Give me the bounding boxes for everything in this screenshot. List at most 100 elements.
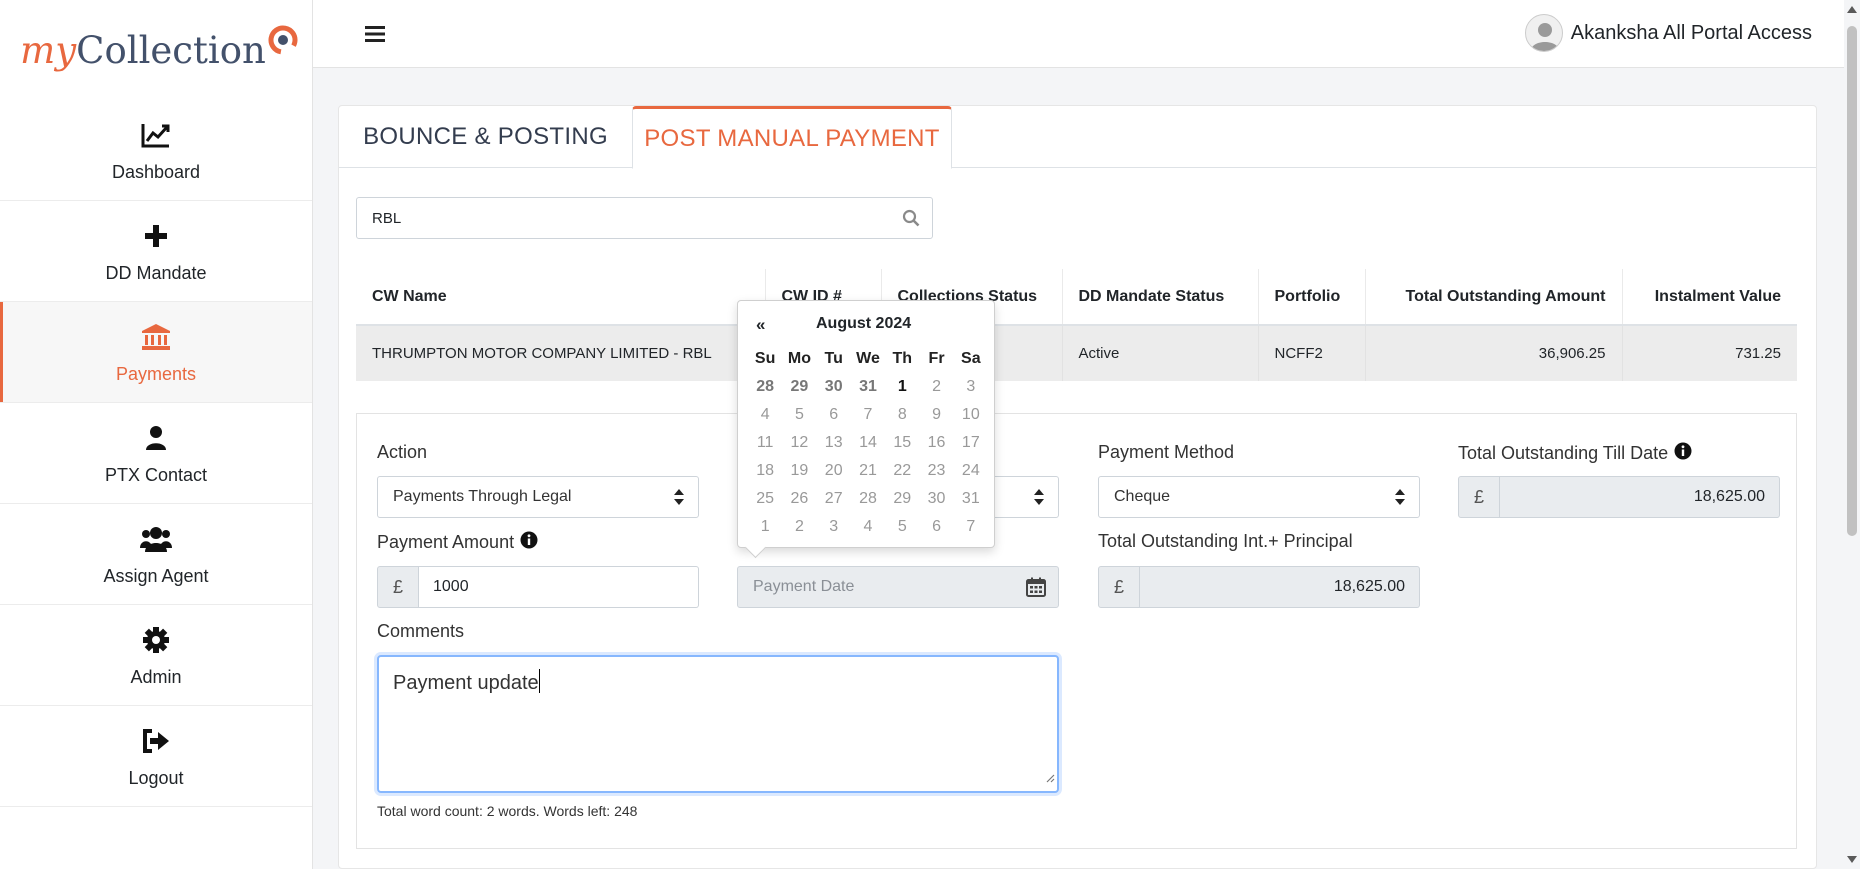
- table-header-row: CW Name CW ID # Collections Status DD Ma…: [356, 269, 1797, 326]
- table-cell: 731.25: [1621, 325, 1797, 381]
- logo[interactable]: my Collection: [0, 0, 312, 100]
- datepicker-day[interactable]: 30: [817, 378, 851, 396]
- datepicker-grid: Su Mo Tu We Th Fr Sa 28 29 30 31 1 2 3 4…: [748, 345, 988, 541]
- datepicker-day: 19: [790, 462, 809, 479]
- datepicker-day: 4: [863, 518, 873, 535]
- sidebar-item-ptx-contact[interactable]: PTX Contact: [0, 403, 312, 504]
- sidebar-item-logout[interactable]: Logout: [0, 706, 312, 807]
- payment-date-placeholder: Payment Date: [753, 578, 855, 595]
- chart-line-icon: [141, 118, 171, 152]
- logo-dot-icon: [268, 21, 298, 55]
- sidebar-item-dashboard[interactable]: Dashboard: [0, 100, 312, 201]
- datepicker-day[interactable]: 29: [782, 378, 816, 396]
- sidebar-item-label: PTX Contact: [104, 464, 208, 485]
- plus-icon: [145, 219, 167, 253]
- tab-bar: BOUNCE & POSTING POST MANUAL PAYMENT: [339, 106, 1816, 169]
- info-icon[interactable]: [1674, 442, 1692, 465]
- datepicker-day: 28: [859, 490, 877, 507]
- datepicker-day: 26: [790, 490, 809, 507]
- logo-my: my: [20, 28, 77, 72]
- datepicker-day[interactable]: 1: [885, 378, 919, 396]
- sidebar-item-assign-agent[interactable]: Assign Agent: [0, 504, 312, 605]
- datepicker-prev-button[interactable]: «: [756, 315, 765, 335]
- datepicker-day[interactable]: 31: [851, 378, 885, 396]
- bank-icon: [141, 320, 171, 354]
- info-icon[interactable]: [520, 531, 538, 554]
- scroll-up-icon[interactable]: [1847, 6, 1857, 13]
- scrollbar-thumb[interactable]: [1847, 26, 1857, 536]
- datepicker-day: 20: [824, 462, 843, 479]
- table-cell: NCFF2: [1257, 325, 1365, 381]
- payment-amount-label: Payment Amount: [377, 531, 538, 554]
- payment-amount-field[interactable]: £ 1000: [377, 566, 699, 608]
- action-select[interactable]: Payments Through Legal: [377, 476, 699, 518]
- sidebar-item-label: Payments: [115, 363, 197, 384]
- search-icon[interactable]: [902, 209, 920, 231]
- comments-textarea[interactable]: Payment update: [377, 655, 1059, 793]
- sidebar-item-payments[interactable]: Payments: [0, 302, 312, 403]
- datepicker-day: 12: [790, 434, 809, 451]
- datepicker-week: 11 12 13 14 15 16 17: [748, 429, 988, 457]
- search-input[interactable]: RBL: [356, 197, 933, 239]
- table-header-dd-mandate-status[interactable]: DD Mandate Status: [1061, 269, 1258, 326]
- datepicker-day: 15: [893, 434, 912, 451]
- user-menu[interactable]: Akanksha All Portal Access: [1524, 14, 1812, 52]
- datepicker-day: 11: [756, 434, 774, 451]
- action-select-value: Payments Through Legal: [393, 488, 572, 505]
- payment-method-select[interactable]: Cheque: [1098, 476, 1420, 518]
- table-header-total-outstanding[interactable]: Total Outstanding Amount: [1364, 269, 1622, 326]
- datepicker-day: 5: [897, 518, 907, 535]
- total-outstanding-till-date-label: Total Outstanding Till Date: [1458, 442, 1692, 465]
- datepicker-popup: « August 2024 Su Mo Tu We Th Fr Sa 28 29…: [737, 300, 995, 548]
- payment-date-input[interactable]: Payment Date: [737, 566, 1059, 608]
- table-header-instalment-value[interactable]: Instalment Value: [1621, 269, 1797, 326]
- sidebar-item-label: Logout: [128, 767, 184, 788]
- weekday-label: Tu: [824, 350, 843, 367]
- datepicker-day: 6: [932, 518, 941, 535]
- datepicker-week: 4 5 6 7 8 9 10: [748, 401, 988, 429]
- datepicker-day: 2: [932, 378, 941, 395]
- avatar: [1524, 14, 1563, 52]
- table-row[interactable]: THRUMPTON MOTOR COMPANY LIMITED - RBL Ac…: [356, 325, 1797, 381]
- currency-prefix: £: [1458, 476, 1500, 518]
- datepicker-day: 1: [760, 518, 770, 535]
- datepicker-day: 3: [829, 518, 839, 535]
- datepicker-header: « August 2024: [738, 315, 994, 337]
- datepicker-week: 1 2 3 4 5 6 7: [748, 513, 988, 541]
- datepicker-day: 4: [760, 406, 770, 423]
- resize-handle-icon[interactable]: [1045, 766, 1055, 789]
- user-name: Akanksha All Portal Access: [1570, 21, 1812, 44]
- sign-out-icon: [142, 724, 170, 758]
- sidebar-item-dd-mandate[interactable]: DD Mandate: [0, 201, 312, 302]
- tab-bounce-posting[interactable]: BOUNCE & POSTING: [339, 106, 632, 168]
- main-card: BOUNCE & POSTING POST MANUAL PAYMENT RBL…: [338, 105, 1817, 869]
- tab-post-manual-payment[interactable]: POST MANUAL PAYMENT: [632, 106, 952, 169]
- sidebar-item-label: Assign Agent: [103, 565, 209, 586]
- datepicker-day: 30: [927, 490, 946, 507]
- calendar-icon[interactable]: [1026, 577, 1046, 602]
- comments-label: Comments: [377, 621, 465, 641]
- sidebar: my Collection Dashboard DD Mandate Paymen…: [0, 0, 313, 869]
- datepicker-day: 7: [863, 406, 873, 423]
- datepicker-day: 3: [966, 378, 976, 395]
- sort-arrows-icon: [1395, 489, 1405, 510]
- hamburger-menu-icon[interactable]: [365, 26, 385, 47]
- payment-amount-input[interactable]: 1000: [419, 566, 699, 608]
- sidebar-item-label: DD Mandate: [105, 262, 207, 283]
- datepicker-day: 25: [756, 490, 775, 507]
- sidebar-item-admin[interactable]: Admin: [0, 605, 312, 706]
- comments-value: Payment update: [393, 672, 539, 694]
- table-cell: THRUMPTON MOTOR COMPANY LIMITED - RBL: [356, 325, 765, 381]
- datepicker-day: 5: [794, 406, 804, 423]
- datepicker-week: 28 29 30 31 1 2 3: [748, 373, 988, 401]
- table-header-portfolio[interactable]: Portfolio: [1257, 269, 1365, 326]
- scrollbar[interactable]: [1844, 0, 1860, 869]
- datepicker-title[interactable]: August 2024: [816, 315, 911, 333]
- datepicker-day: 8: [897, 406, 907, 423]
- datepicker-day: 27: [824, 490, 843, 507]
- table-header-cw-name[interactable]: CW Name: [356, 269, 765, 326]
- sort-arrows-icon: [1034, 489, 1044, 510]
- scroll-down-icon[interactable]: [1847, 856, 1857, 863]
- datepicker-day[interactable]: 28: [748, 378, 782, 396]
- datepicker-week: 18 19 20 21 22 23 24: [748, 457, 988, 485]
